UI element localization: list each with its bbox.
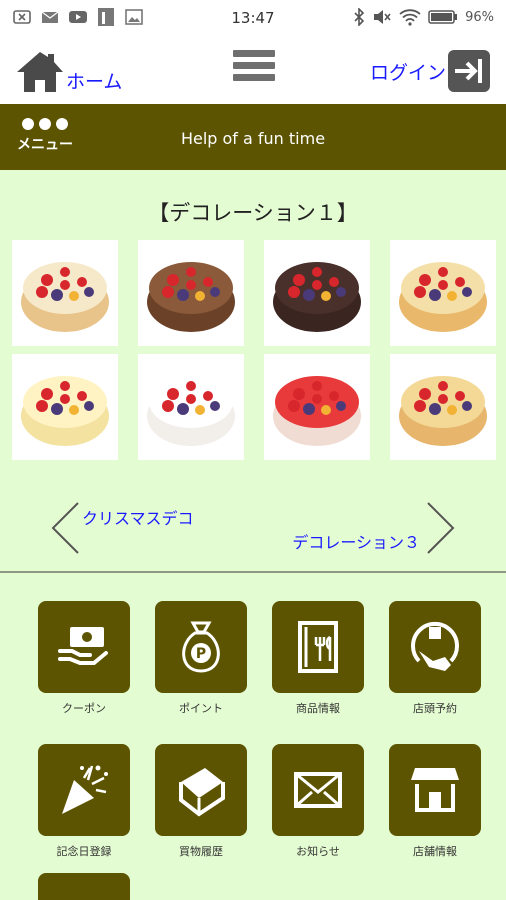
cake-1-image: [21, 262, 109, 332]
cake-7-image: [273, 376, 361, 446]
menu-bar: メニュー Help of a fun time: [0, 104, 506, 170]
tile-label: お知らせ: [296, 845, 340, 858]
cake-8-image: [399, 376, 487, 446]
login-link[interactable]: ログイン: [370, 50, 490, 92]
cake-thumbnail[interactable]: [138, 240, 244, 346]
login-arrow-icon: [448, 50, 490, 92]
tile-label: 記念日登録: [56, 845, 112, 858]
svg-text:P: P: [196, 646, 206, 662]
tile-label: 店頭予約: [413, 702, 457, 715]
wifi-icon: [399, 9, 421, 26]
status-right: 96%: [353, 8, 494, 26]
tile-point[interactable]: P ポイント: [155, 601, 247, 716]
shop-icon: [411, 768, 459, 812]
cake-thumbnail[interactable]: [390, 240, 496, 346]
tile-label: ポイント: [179, 702, 223, 715]
tile-label: 買物履歴: [179, 845, 223, 858]
mail-icon: [294, 772, 342, 808]
cake-thumbnail[interactable]: [12, 240, 118, 346]
chevron-left-icon[interactable]: [50, 501, 80, 555]
home-label: ホーム: [66, 71, 123, 93]
tile-anniversary[interactable]: 記念日登録: [38, 744, 130, 859]
tile-label: クーポン: [62, 702, 106, 715]
menu-book-icon: [298, 621, 338, 673]
tile-coupon[interactable]: クーポン: [38, 601, 130, 716]
point-bag-icon: P: [182, 621, 220, 673]
tile-product-info[interactable]: 商品情報: [272, 601, 364, 716]
status-bar: 13:47 96%: [0, 0, 506, 36]
battery-icon: [428, 10, 458, 24]
tile-news[interactable]: お知らせ: [272, 744, 364, 859]
gallery-pager: クリスマスデコ デコレーション３: [0, 495, 506, 557]
chevron-right-icon[interactable]: [426, 501, 456, 555]
menubar-title: Help of a fun time: [180, 129, 326, 148]
next-page-link[interactable]: デコレーション３: [292, 529, 420, 553]
cake-6-image: [147, 376, 235, 446]
tile-partial[interactable]: [38, 873, 130, 900]
bluetooth-icon: [354, 8, 365, 26]
login-label: ログイン: [369, 61, 446, 84]
tile-purchase-history[interactable]: 買物履歴: [155, 744, 247, 859]
app-header: ホーム ログイン: [0, 36, 506, 104]
cake-5-image: [21, 376, 109, 446]
home-icon: [17, 52, 63, 92]
party-popper-icon: [62, 765, 108, 814]
prev-page-link[interactable]: クリスマスデコ: [82, 505, 194, 529]
tile-shop-info[interactable]: 店舗情報: [389, 744, 481, 859]
battery-percent: 96%: [465, 9, 494, 25]
tile-label: 商品情報: [296, 702, 340, 715]
cake-2-image: [147, 262, 235, 332]
reservation-icon: [411, 621, 459, 671]
cake-thumbnail[interactable]: [390, 354, 496, 460]
cake-thumbnail[interactable]: [264, 240, 370, 346]
cake-3-image: [273, 262, 361, 332]
home-link[interactable]: ホーム: [16, 50, 122, 94]
mute-icon: [374, 10, 391, 24]
gallery-title: 【デコレーション１】: [148, 201, 358, 225]
tile-label: 店舗情報: [413, 845, 457, 858]
tile-reservation[interactable]: 店頭予約: [389, 601, 481, 716]
hamburger-menu-button[interactable]: [233, 50, 275, 88]
feature-tiles: クーポン P ポイント 商品情報 店頭予約 記念日登録 買物履歴 お知らせ 店舗…: [38, 601, 483, 859]
cake-4-image: [399, 262, 487, 332]
cake-thumbnail[interactable]: [138, 354, 244, 460]
cake-thumbnail[interactable]: [12, 354, 118, 460]
history-book-icon: [179, 768, 225, 817]
cake-gallery: [12, 240, 497, 460]
coupon-icon: [58, 627, 108, 665]
divider: [0, 571, 506, 573]
cake-thumbnail[interactable]: [264, 354, 370, 460]
